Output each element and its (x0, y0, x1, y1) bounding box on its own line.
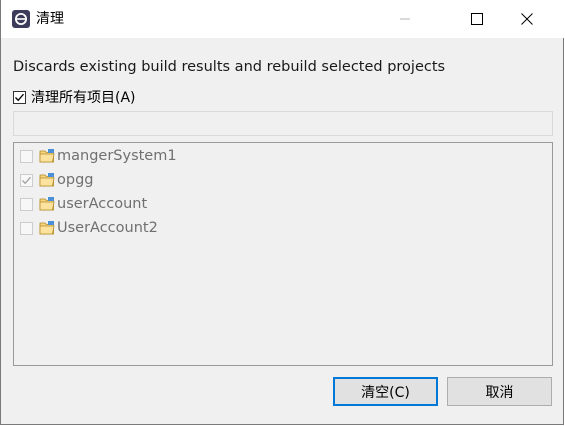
project-checkbox (20, 149, 33, 163)
minimize-button[interactable] (382, 0, 428, 38)
project-list[interactable]: mangerSystem1 opgg userAccount UserAccou… (13, 142, 553, 366)
project-folder-icon (39, 221, 55, 235)
project-folder-icon (39, 149, 55, 163)
checkmark-icon (22, 176, 31, 184)
project-name: opgg (57, 172, 94, 188)
project-list-item: opgg (20, 169, 93, 191)
project-list-item: mangerSystem1 (20, 145, 177, 167)
project-checkbox (20, 197, 33, 211)
window-title: 清理 (36, 11, 64, 27)
clean-button[interactable]: 清空(C) (333, 377, 438, 406)
minimize-icon (400, 18, 410, 20)
clean-dialog: 清理 Discards existing build results and r… (0, 0, 564, 425)
title-bar[interactable]: 清理 (1, 0, 564, 38)
project-folder-icon (39, 173, 55, 187)
project-checkbox (20, 221, 33, 235)
project-name: userAccount (57, 196, 148, 212)
close-button[interactable] (504, 0, 550, 38)
project-name: mangerSystem1 (57, 148, 177, 164)
maximize-button[interactable] (454, 0, 500, 38)
close-icon (521, 13, 533, 25)
maximize-icon (471, 13, 483, 25)
project-list-item: UserAccount2 (20, 217, 158, 239)
project-checkbox (20, 173, 33, 187)
checkmark-icon (15, 93, 24, 101)
clean-all-label: 清理所有项目(A) (31, 90, 136, 106)
clean-all-checkbox-row[interactable]: 清理所有项目(A) (13, 87, 136, 107)
clean-all-checkbox[interactable] (13, 90, 26, 104)
project-name: UserAccount2 (57, 220, 158, 236)
cancel-button[interactable]: 取消 (447, 377, 552, 406)
project-list-item: userAccount (20, 193, 147, 215)
dialog-description: Discards existing build results and rebu… (13, 59, 446, 75)
eclipse-app-icon (12, 10, 30, 28)
project-folder-icon (39, 197, 55, 211)
project-filter-input (13, 111, 553, 136)
